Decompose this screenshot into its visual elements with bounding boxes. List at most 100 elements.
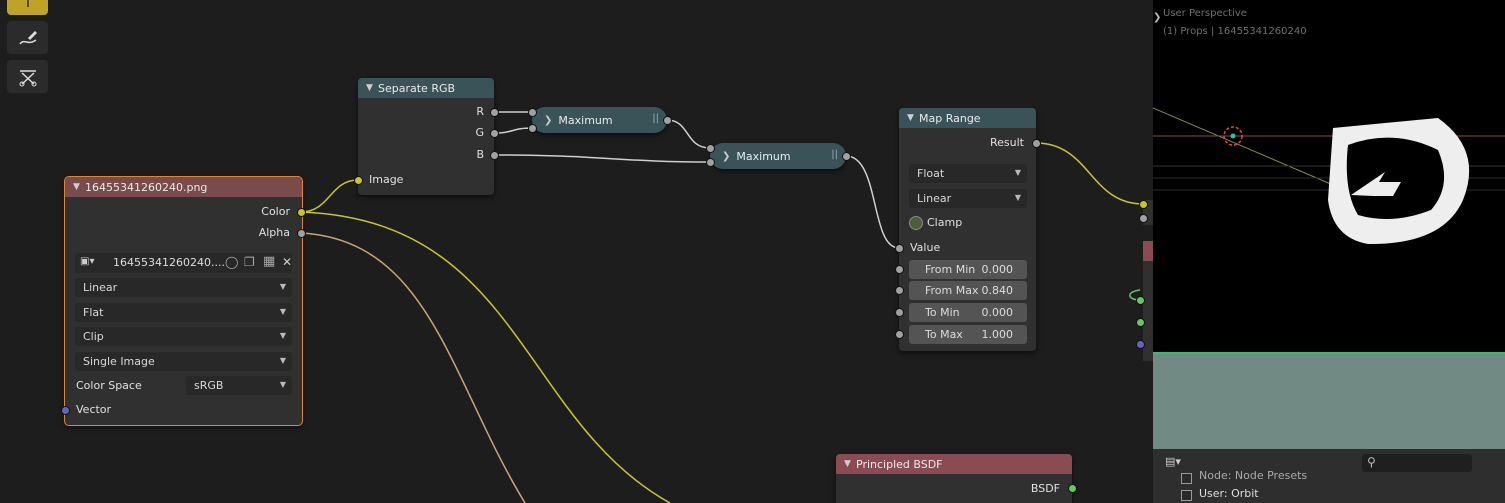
origin-point — [1230, 133, 1236, 139]
socket-color-out[interactable] — [297, 208, 306, 217]
chevron-down-icon: ▼ — [279, 331, 286, 340]
user-orbit-checkbox[interactable] — [1181, 490, 1192, 501]
map-interpolation-value: Linear — [917, 192, 952, 205]
from-min-field[interactable]: From Min 0.000 — [909, 260, 1027, 279]
from-max-field[interactable]: From Max 0.840 — [909, 281, 1027, 300]
data-type-dropdown[interactable]: Float ▼ — [909, 164, 1027, 183]
socket-image-in[interactable] — [354, 176, 363, 185]
collapse-chevron-icon[interactable]: ▼ — [366, 83, 378, 93]
expand-chevron-icon[interactable]: ❯ — [544, 115, 552, 126]
socket-partial-shader-1[interactable] — [1136, 296, 1145, 305]
socket-to-max-in[interactable] — [895, 330, 904, 339]
search-input[interactable]: ⚲ — [1362, 454, 1472, 472]
color-space-value: sRGB — [194, 379, 224, 392]
principled-bsdf-node[interactable]: ▼ Principled BSDF BSDF — [836, 454, 1072, 503]
input-vector-label: Vector — [76, 403, 112, 416]
link-max1-to-max2 — [666, 119, 711, 149]
collapse-chevron-icon[interactable]: ▼ — [844, 459, 856, 469]
data-type-value: Float — [917, 167, 945, 180]
select-tool-icon — [26, 0, 29, 7]
socket-result-out[interactable] — [1032, 139, 1041, 148]
to-min-field[interactable]: To Min 0.000 — [909, 303, 1027, 322]
input-value-label: Value — [910, 241, 941, 254]
annotate-tool-button[interactable] — [7, 21, 48, 54]
clamp-checkbox[interactable] — [909, 216, 923, 230]
output-alpha-label: Alpha — [258, 226, 290, 239]
hidden-sockets-icon[interactable]: || — [831, 149, 838, 160]
socket-bsdf-out[interactable] — [1068, 484, 1077, 493]
node-presets-checkbox[interactable] — [1181, 473, 1192, 484]
chevron-down-icon: ▼ — [279, 307, 286, 316]
search-icon: ⚲ — [1367, 455, 1376, 469]
from-max-label: From Max — [925, 284, 979, 297]
duplicate-image-icon[interactable]: ❐ — [244, 255, 255, 269]
socket-partial-in-1[interactable] — [1139, 200, 1148, 209]
socket-partial-shader-2[interactable] — [1136, 318, 1145, 327]
socket-to-min-in[interactable] — [895, 308, 904, 317]
extension-dropdown[interactable]: Clip ▼ — [75, 327, 292, 346]
image-texture-node[interactable]: ▼ 16455341260240.png Color Alpha ▣▾ 16455… — [64, 176, 303, 426]
map-range-node[interactable]: ▼ Map Range Result Float ▼ Linear ▼ Clamp V… — [899, 108, 1036, 351]
source-dropdown[interactable]: Single Image ▼ — [75, 352, 292, 371]
image-type-icon[interactable]: ▣▾ — [80, 256, 102, 270]
interpolation-dropdown[interactable]: Linear ▼ — [75, 278, 292, 297]
socket-value-in[interactable] — [895, 244, 904, 253]
maximum-node-2[interactable]: ❯ Maximum || — [710, 143, 846, 169]
socket-max1-in-a[interactable] — [528, 108, 537, 117]
to-max-label: To Max — [925, 328, 963, 341]
hidden-sockets-icon[interactable]: || — [652, 113, 659, 124]
link-alpha-down — [300, 232, 526, 503]
socket-max1-in-b[interactable] — [528, 124, 537, 133]
socket-max2-out[interactable] — [842, 152, 851, 161]
node-editor[interactable]: ▼ 16455341260240.png Color Alpha ▣▾ 16455… — [0, 0, 1153, 503]
collapse-chevron-icon[interactable]: ▼ — [73, 182, 85, 192]
socket-alpha-out[interactable] — [297, 229, 306, 238]
collapse-chevron-icon[interactable]: ▼ — [907, 113, 919, 123]
expand-chevron-icon[interactable]: ❯ — [722, 151, 730, 162]
socket-b-out[interactable] — [490, 151, 499, 160]
socket-vector-in[interactable] — [61, 406, 70, 415]
separate-rgb-header[interactable]: ▼ Separate RGB — [358, 78, 494, 98]
color-space-label: Color Space — [76, 379, 142, 392]
chevron-down-icon: ▼ — [1014, 168, 1021, 177]
color-space-dropdown[interactable]: sRGB ▼ — [186, 376, 292, 395]
preferences-panel[interactable]: ▤▾ ⚲ Node: Node Presets User: Orbit — [1153, 449, 1505, 503]
unlink-close-icon[interactable]: ✕ — [282, 255, 292, 269]
socket-partial-in-2[interactable] — [1139, 214, 1148, 223]
principled-header[interactable]: ▼ Principled BSDF — [836, 454, 1072, 474]
map-interpolation-dropdown[interactable]: Linear ▼ — [909, 189, 1027, 208]
maximum-node-1[interactable]: ❯ Maximum || — [532, 107, 667, 133]
socket-r-out[interactable] — [490, 108, 499, 117]
cut-links-tool-button[interactable] — [7, 60, 48, 93]
link-result-out — [1035, 142, 1144, 205]
image-name-field[interactable]: 16455341260240.... — [113, 256, 225, 269]
editor-type-icon[interactable]: ▤▾ — [1165, 455, 1181, 468]
image-selector[interactable]: ▣▾ 16455341260240.... ◯ ❐ ▦ ✕ — [75, 253, 292, 273]
to-min-label: To Min — [925, 306, 960, 319]
to-max-field[interactable]: To Max 1.000 — [909, 325, 1027, 344]
user-orbit-label: User: Orbit — [1199, 487, 1259, 500]
socket-partial-vector[interactable] — [1136, 340, 1145, 349]
socket-max2-in-b[interactable] — [706, 158, 715, 167]
socket-max2-in-a[interactable] — [706, 144, 715, 153]
image-node-header[interactable]: ▼ 16455341260240.png — [65, 177, 302, 197]
separate-rgb-node[interactable]: ▼ Separate RGB R G B Image — [358, 78, 494, 195]
socket-from-max-in[interactable] — [895, 286, 904, 295]
fake-user-shield-icon[interactable]: ◯ — [225, 255, 238, 269]
map-range-title: Map Range — [919, 111, 981, 125]
socket-from-min-in[interactable] — [895, 265, 904, 274]
output-bsdf-label: BSDF — [1030, 482, 1060, 495]
map-range-header[interactable]: ▼ Map Range — [899, 108, 1036, 128]
3d-viewport[interactable]: ❯ User Perspective (1) Props | 164553412… — [1153, 0, 1505, 449]
clamp-label: Clamp — [927, 216, 963, 229]
interpolation-value: Linear — [83, 281, 118, 294]
from-max-value: 0.840 — [981, 284, 1014, 297]
socket-g-out[interactable] — [490, 129, 499, 138]
socket-max1-out[interactable] — [663, 116, 672, 125]
grid-axis-line — [1153, 107, 1334, 186]
from-min-label: From Min — [925, 263, 976, 276]
select-tool-button[interactable] — [7, 0, 48, 15]
open-folder-icon[interactable]: ▦ — [263, 254, 275, 269]
projection-dropdown[interactable]: Flat ▼ — [75, 303, 292, 322]
chevron-down-icon: ▼ — [1014, 193, 1021, 202]
